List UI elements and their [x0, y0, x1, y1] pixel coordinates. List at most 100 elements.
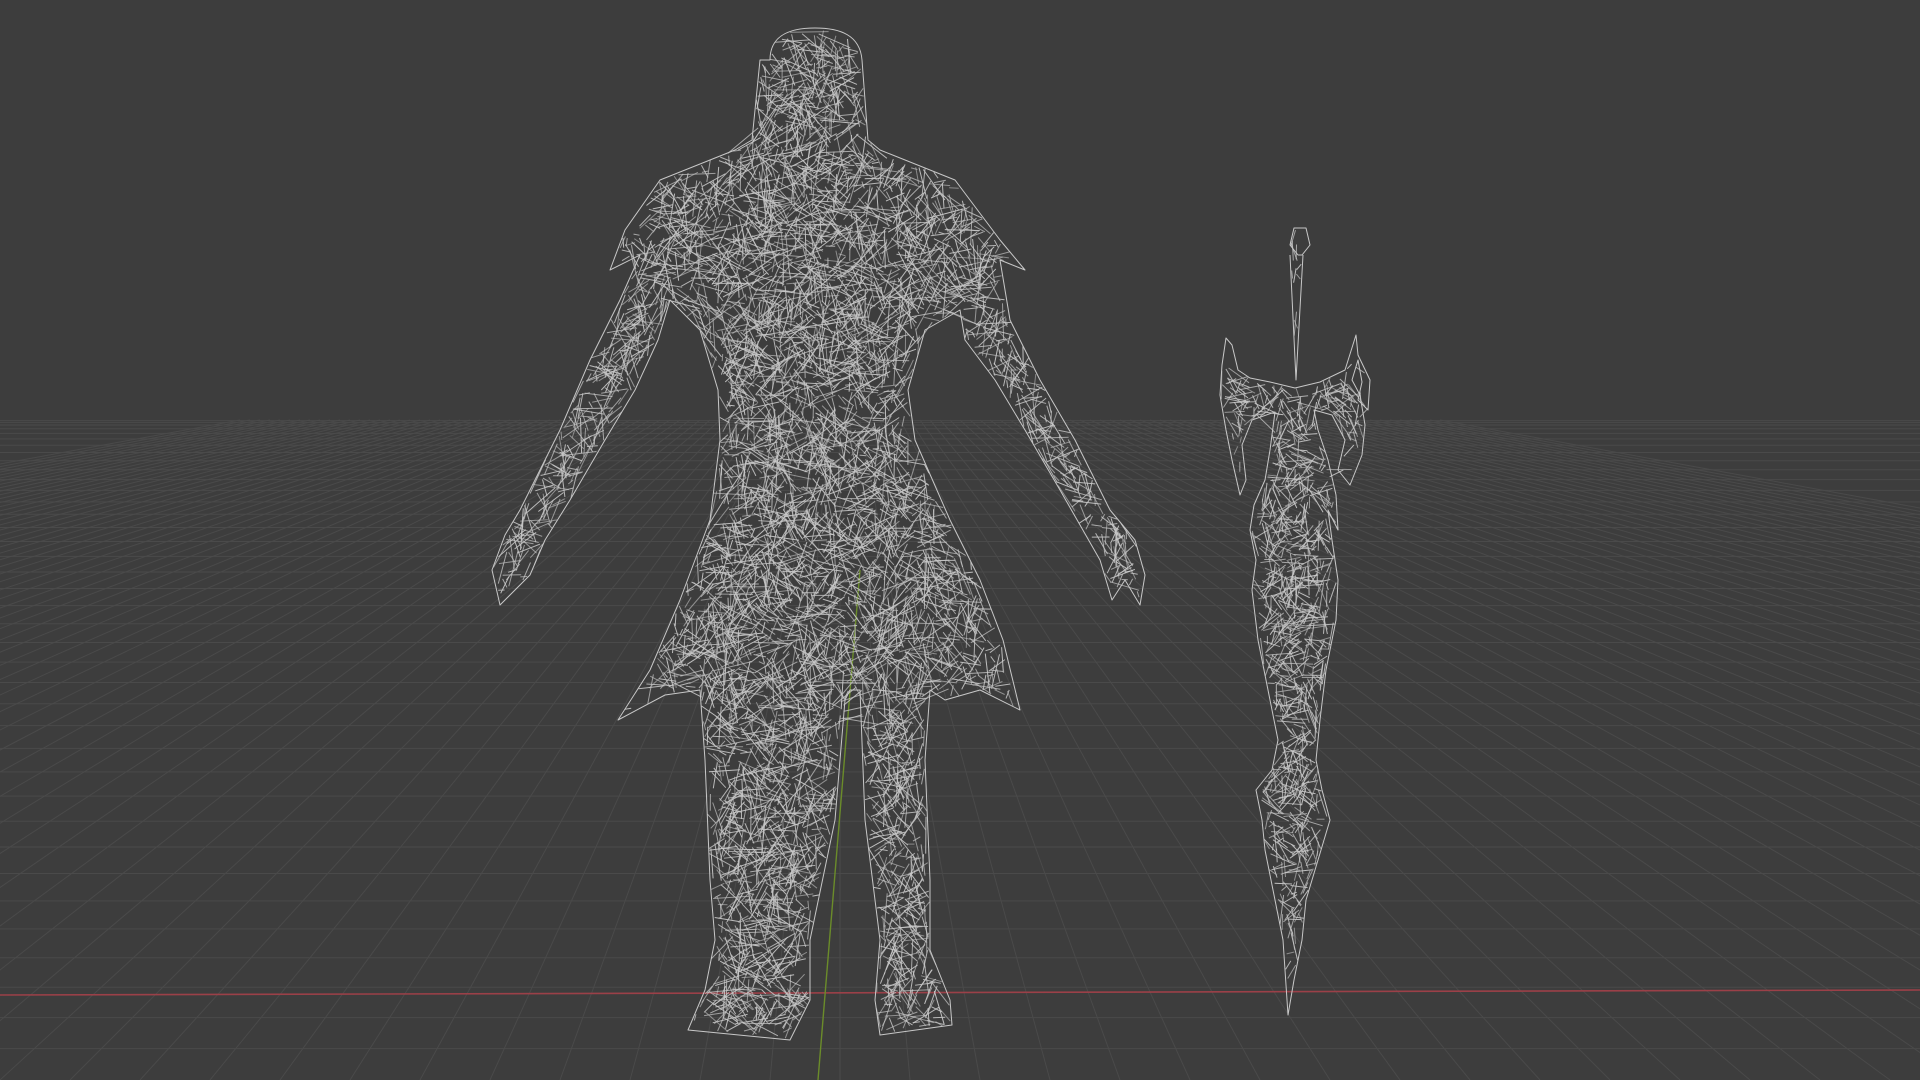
wire-edge	[718, 765, 730, 768]
wire-edge	[756, 87, 762, 109]
grid-line	[1339, 419, 1920, 549]
grid-line	[1329, 419, 1920, 553]
wire-edge	[777, 820, 807, 832]
wire-edge	[905, 849, 909, 857]
wire-edge	[769, 192, 791, 201]
wire-edge	[1130, 572, 1138, 575]
grid-line	[0, 419, 551, 630]
wire-edge	[993, 275, 1002, 278]
wire-edge	[740, 994, 779, 997]
wire-edge	[828, 734, 831, 742]
wire-edge	[871, 161, 879, 164]
wire-edge	[755, 99, 763, 129]
wire-edge	[890, 178, 907, 180]
wire-edge	[854, 394, 861, 401]
wire-edge	[876, 185, 888, 199]
grid-line	[0, 419, 571, 653]
wire-edge	[798, 226, 801, 242]
wire-edge	[885, 489, 900, 492]
wire-edge	[837, 394, 847, 405]
wire-edge	[672, 288, 674, 300]
grid-line	[1019, 419, 1920, 971]
wire-edge	[1033, 391, 1039, 414]
wire-edge	[968, 675, 977, 681]
character-mesh[interactable]	[491, 27, 1146, 1041]
wire-edge	[744, 822, 755, 844]
wire-edge	[737, 485, 740, 509]
grid-line	[0, 419, 511, 591]
3d-viewport[interactable]	[0, 0, 1920, 1080]
wire-edge	[771, 336, 809, 339]
wire-edge	[807, 910, 811, 940]
wire-edge	[801, 487, 825, 489]
wire-edge	[726, 1023, 741, 1032]
wire-edge	[788, 240, 827, 248]
wire-edge	[872, 551, 883, 567]
wire-edge	[804, 229, 807, 255]
grid-line	[1219, 419, 1920, 624]
wire-edge	[894, 707, 918, 732]
grid-line	[0, 419, 301, 482]
wire-edge	[828, 749, 839, 757]
wire-edge	[712, 580, 731, 585]
wire-edge	[647, 674, 654, 704]
grid-line	[0, 419, 381, 512]
wire-edge	[875, 291, 881, 299]
viewport-canvas[interactable]	[0, 0, 1920, 1080]
wire-edge	[854, 398, 858, 410]
wire-edge	[873, 886, 881, 890]
wire-edge	[849, 230, 851, 261]
wire-edge	[789, 402, 791, 418]
grid-line	[0, 419, 361, 504]
grid-line	[279, 419, 761, 1080]
wire-edge	[863, 753, 867, 766]
wire-edge	[821, 303, 824, 317]
wire-edge	[896, 313, 907, 320]
wire-edge	[727, 279, 729, 292]
wire-edge	[859, 454, 867, 457]
wire-edge	[911, 310, 943, 318]
wire-edge	[608, 397, 622, 413]
wire-edge	[805, 767, 814, 789]
wire-edge	[729, 713, 731, 733]
wire-edge	[729, 196, 746, 217]
wire-edge	[993, 239, 999, 248]
wire-edge	[725, 928, 757, 931]
wire-edge	[911, 961, 919, 978]
wire-edge	[706, 747, 736, 755]
grid-line	[69, 419, 731, 1080]
wire-edge	[838, 253, 846, 257]
wire-edge	[739, 717, 757, 726]
wire-edge	[924, 316, 940, 322]
wire-edge	[724, 788, 732, 801]
wire-edge	[829, 110, 831, 132]
wire-edge	[726, 493, 729, 505]
grid-line	[1399, 419, 1920, 523]
wire-edge	[764, 922, 768, 940]
grid-line	[1249, 419, 1920, 601]
grid-line	[909, 419, 1331, 1080]
grid-line	[0, 419, 451, 548]
wire-edge	[763, 188, 767, 225]
wire-edge	[678, 172, 716, 176]
wire-edge	[902, 989, 931, 992]
grid-line	[1159, 419, 1920, 682]
wire-edge	[867, 225, 882, 261]
wire-edge	[703, 738, 721, 750]
grid-line	[0, 419, 621, 731]
wire-edge	[743, 452, 752, 454]
wire-edge	[692, 180, 698, 217]
wire-edge	[888, 1017, 896, 1032]
wire-edge	[863, 372, 874, 394]
wire-edge	[722, 457, 734, 476]
wire-edge	[994, 689, 1005, 695]
wire-edge	[840, 211, 871, 214]
wire-edge	[950, 685, 954, 697]
grid-line	[0, 419, 711, 1022]
wire-edge	[1110, 541, 1113, 554]
wire-edge	[915, 944, 926, 954]
wire-edge	[923, 502, 944, 508]
wire-edge	[760, 76, 765, 92]
wire-edge	[921, 685, 933, 688]
wire-edge	[937, 264, 942, 276]
